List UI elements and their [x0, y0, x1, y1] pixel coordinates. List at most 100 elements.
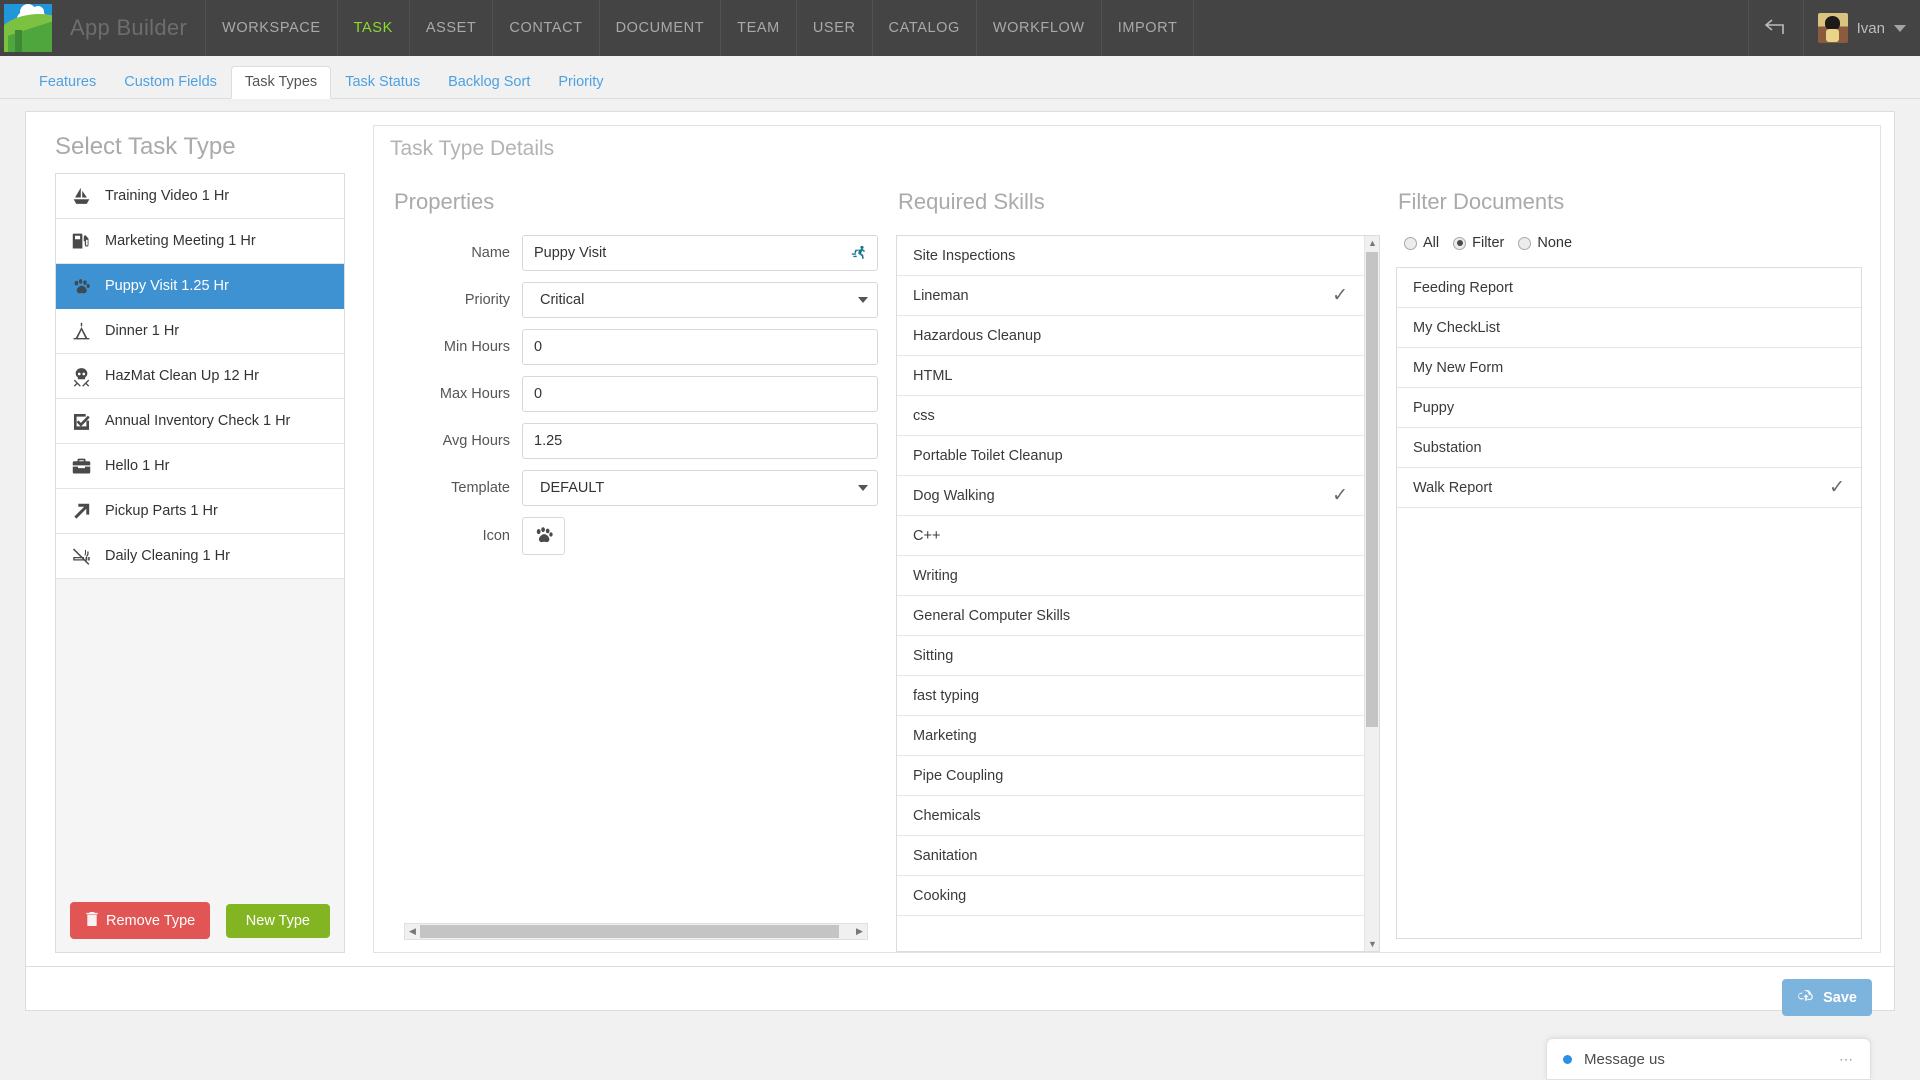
task-type-item[interactable]: Annual Inventory Check 1 Hr — [56, 399, 344, 444]
tab-backlog-sort[interactable]: Backlog Sort — [434, 66, 544, 99]
radio-dot-icon[interactable] — [1518, 236, 1532, 250]
skill-list-item[interactable]: General Computer Skills — [897, 596, 1364, 636]
field-wrap — [522, 235, 878, 271]
tab-task-status[interactable]: Task Status — [331, 66, 434, 99]
label-max-hours: Max Hours — [439, 386, 510, 402]
label-name: Name — [471, 245, 510, 261]
radio-none[interactable]: None — [1518, 235, 1572, 251]
list-item-label: My New Form — [1413, 359, 1504, 376]
task-type-item[interactable]: Pickup Parts 1 Hr — [56, 489, 344, 534]
teepee-icon — [70, 320, 92, 342]
nav-item-asset[interactable]: ASSET — [408, 0, 493, 56]
task-type-item[interactable]: Training Video 1 Hr — [56, 174, 344, 219]
properties-column: Properties Name Priority Min Hours Max Hour… — [378, 189, 888, 952]
nav-item-task[interactable]: TASK — [336, 0, 409, 56]
skill-list-item[interactable]: C++ — [897, 516, 1364, 556]
app-logo[interactable] — [0, 0, 56, 56]
paw-print-icon — [533, 524, 555, 549]
message-us-label: Message us — [1584, 1050, 1665, 1068]
scroll-left-icon[interactable]: ◀ — [405, 926, 420, 937]
skill-list-item[interactable]: Cooking — [897, 876, 1364, 916]
skill-list-item[interactable]: fast typing — [897, 676, 1364, 716]
message-us-widget[interactable]: Message us ⋯ — [1546, 1038, 1871, 1080]
document-list-item[interactable]: Walk Report ✓ — [1397, 468, 1861, 508]
nav-item-workflow[interactable]: WORKFLOW — [975, 0, 1101, 56]
radio-dot-icon[interactable] — [1453, 236, 1467, 250]
scroll-right-icon[interactable]: ▶ — [852, 926, 867, 937]
skill-list-item[interactable]: Hazardous Cleanup — [897, 316, 1364, 356]
properties-title: Properties — [394, 189, 495, 214]
radio-filter[interactable]: Filter — [1453, 235, 1504, 251]
input-min-hours[interactable] — [522, 329, 878, 365]
skill-list-item[interactable]: Writing — [897, 556, 1364, 596]
sailboat-icon — [70, 185, 92, 207]
nav-item-team[interactable]: TEAM — [720, 0, 796, 56]
properties-horizontal-scrollbar[interactable]: ◀ ▶ — [404, 923, 868, 940]
skills-scroll-thumb[interactable] — [1366, 252, 1378, 727]
remove-type-button[interactable]: Remove Type — [70, 902, 211, 939]
nav-item-contact[interactable]: CONTACT — [492, 0, 598, 56]
skill-list-item[interactable]: Site Inspections — [897, 236, 1364, 276]
skill-list-item[interactable]: Marketing — [897, 716, 1364, 756]
skill-list-item[interactable]: Dog Walking ✓ — [897, 476, 1364, 516]
tab-features[interactable]: Features — [25, 66, 110, 99]
input-name[interactable] — [522, 235, 878, 271]
nav-item-workspace[interactable]: WORKSPACE — [205, 0, 337, 56]
list-item-label: Marketing — [913, 727, 977, 744]
user-menu[interactable]: Ivan — [1802, 0, 1920, 56]
input-avg-hours[interactable] — [522, 423, 878, 459]
radio-label: None — [1537, 235, 1573, 251]
select-template[interactable] — [522, 470, 878, 506]
nav-item-document[interactable]: DOCUMENT — [598, 0, 721, 56]
nav-item-user[interactable]: USER — [795, 0, 872, 56]
document-list-item[interactable]: Feeding Report — [1397, 268, 1861, 308]
tab-priority[interactable]: Priority — [544, 66, 617, 99]
scroll-up-icon[interactable]: ▲ — [1365, 236, 1380, 250]
document-list-item[interactable]: Puppy — [1397, 388, 1861, 428]
list-item-label: Walk Report — [1413, 479, 1493, 496]
status-dot-icon — [1563, 1054, 1572, 1064]
tab-task-types[interactable]: Task Types — [230, 66, 332, 99]
avatar — [1817, 13, 1848, 43]
skill-list-item[interactable]: css — [897, 396, 1364, 436]
document-list-item[interactable]: My CheckList — [1397, 308, 1861, 348]
task-type-item[interactable]: Daily Cleaning 1 Hr — [56, 534, 344, 579]
task-type-item[interactable]: Dinner 1 Hr — [56, 309, 344, 354]
radio-dot-icon[interactable] — [1404, 236, 1417, 250]
task-type-item[interactable]: Hello 1 Hr — [56, 444, 344, 489]
scroll-thumb[interactable] — [420, 925, 840, 938]
task-type-item[interactable]: Marketing Meeting 1 Hr — [56, 219, 344, 264]
nav-item-import[interactable]: IMPORT — [1100, 0, 1195, 56]
document-list-item[interactable]: Substation — [1397, 428, 1861, 468]
task-icon-picker-button[interactable] — [522, 517, 565, 555]
input-max-hours[interactable] — [522, 376, 878, 412]
task-type-item[interactable]: Puppy Visit 1.25 Hr — [56, 264, 344, 309]
field-wrap — [522, 470, 878, 506]
tab-custom-fields[interactable]: Custom Fields — [110, 66, 231, 99]
task-type-item[interactable]: HazMat Clean Up 12 Hr — [56, 354, 344, 399]
skill-list-item[interactable]: Sitting — [897, 636, 1364, 676]
save-button[interactable]: Save — [1782, 979, 1872, 1016]
skill-list-item[interactable]: HTML — [897, 356, 1364, 396]
radio-all[interactable]: All — [1404, 235, 1439, 251]
back-button[interactable] — [1747, 0, 1803, 56]
form-row-max-hours: Max Hours — [392, 376, 878, 412]
details-header-title: Task Type Details — [390, 136, 555, 160]
scroll-track[interactable] — [420, 925, 852, 938]
skill-list-item[interactable]: Sanitation — [897, 836, 1364, 876]
skill-list-item[interactable]: Chemicals — [897, 796, 1364, 836]
runner-icon[interactable] — [849, 243, 869, 263]
nav-item-catalog[interactable]: CATALOG — [871, 0, 976, 56]
select-priority[interactable] — [522, 282, 878, 318]
scroll-down-icon[interactable]: ▼ — [1365, 937, 1380, 951]
new-type-button[interactable]: New Type — [225, 903, 330, 938]
no-smoking-icon — [70, 545, 92, 567]
skill-list-item[interactable]: Lineman ✓ — [897, 276, 1364, 316]
chat-more-icon[interactable]: ⋯ — [1839, 1051, 1854, 1068]
list-item-label: Puppy — [1413, 399, 1455, 416]
skill-list-item[interactable]: Pipe Coupling — [897, 756, 1364, 796]
skills-vertical-scrollbar[interactable]: ▲ ▼ — [1364, 236, 1379, 951]
document-list-item[interactable]: My New Form — [1397, 348, 1861, 388]
skill-list-item[interactable]: Portable Toilet Cleanup — [897, 436, 1364, 476]
